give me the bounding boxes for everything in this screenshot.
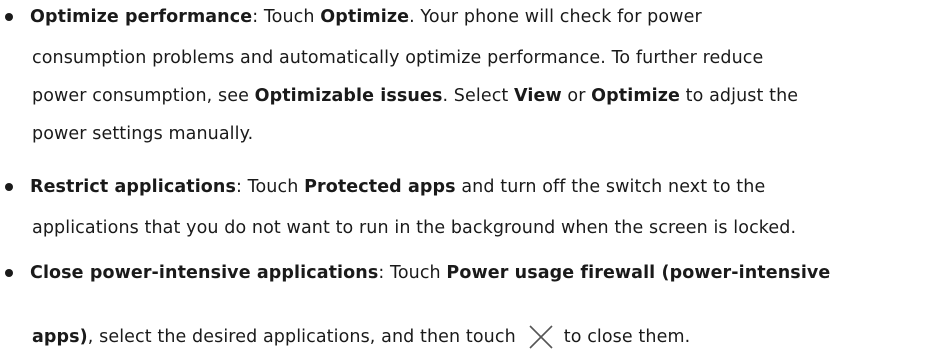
text: power consumption, see: [32, 86, 255, 106]
text: to adjust the: [680, 86, 799, 106]
text: . Select: [442, 86, 515, 106]
item-line: power consumption, see Optimizable issue…: [32, 85, 798, 107]
item-line: Restrict applications: Touch Protected a…: [30, 176, 765, 198]
text: : Touch: [252, 7, 321, 27]
item-line: consumption problems and automatically o…: [32, 48, 764, 68]
text: to close them.: [563, 327, 691, 347]
text: . Your phone will check for power: [409, 7, 702, 27]
item-line: applications that you do not want to run…: [32, 218, 797, 238]
item-line: Optimize performance: Touch Optimize. Yo…: [30, 6, 702, 28]
ui-term: Optimize: [591, 86, 681, 106]
bullet-icon: [5, 13, 13, 21]
text: : Touch: [378, 263, 447, 283]
item-line: power settings manually.: [32, 124, 254, 144]
item-line: Close power-intensive applications: Touc…: [30, 262, 830, 284]
ui-term: apps): [32, 327, 88, 347]
ui-term: Optimizable issues: [254, 86, 443, 106]
item-line: apps), select the desired applications, …: [32, 322, 690, 352]
bullet-icon: [5, 269, 13, 277]
text: , select the desired applications, and t…: [87, 327, 516, 347]
ui-term: Power usage firewall (power-intensive: [446, 263, 831, 283]
text: and turn off the switch next to the: [455, 177, 766, 197]
item-term: Restrict applications: [30, 177, 236, 197]
text: or: [561, 86, 592, 106]
ui-term: View: [514, 86, 562, 106]
item-term: Optimize performance: [30, 7, 253, 27]
bullet-icon: [5, 183, 13, 191]
ui-term: Protected apps: [304, 177, 456, 197]
item-term: Close power-intensive applications: [30, 263, 379, 283]
close-icon: [529, 325, 553, 349]
text: : Touch: [236, 177, 305, 197]
ui-term: Optimize: [320, 7, 410, 27]
